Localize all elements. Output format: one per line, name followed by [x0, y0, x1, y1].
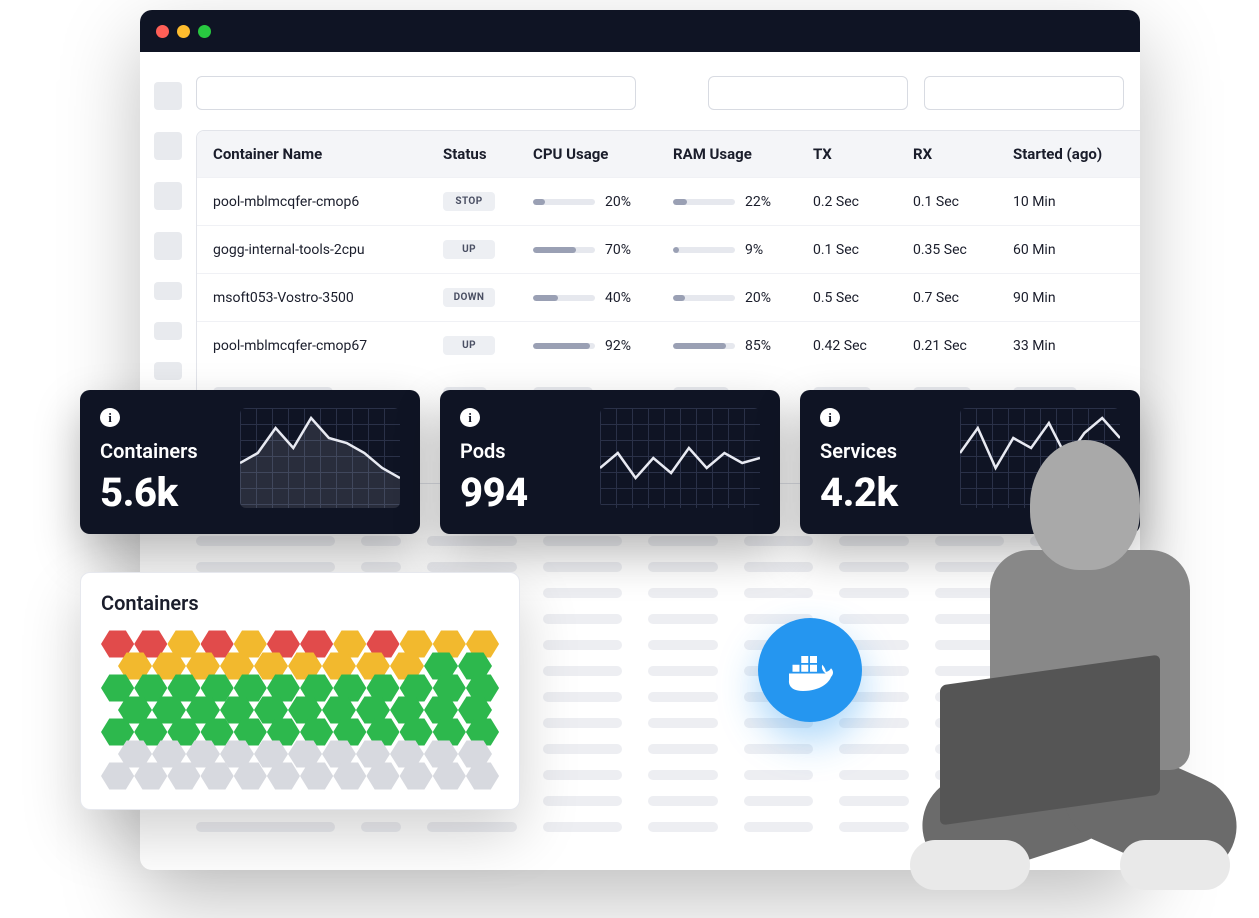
table-header: Container Name Status CPU Usage RAM Usag… [197, 131, 1140, 177]
filter-select[interactable] [924, 76, 1124, 110]
col-ram: RAM Usage [673, 145, 813, 163]
kpi-label: Containers [100, 439, 198, 463]
cell-ram: 85% [673, 338, 813, 354]
cell-started: 90 Min [1013, 290, 1133, 306]
cell-name: pool-mblmcqfer-cmop67 [213, 338, 443, 354]
cell-rx: 0.7 Sec [913, 290, 1013, 306]
status-badge: UP [443, 240, 495, 259]
search-input[interactable] [196, 76, 636, 110]
close-icon[interactable] [156, 25, 169, 38]
status-badge: STOP [443, 192, 495, 211]
cell-tx: 0.2 Sec [813, 194, 913, 210]
person-illustration [880, 420, 1240, 890]
cell-tx: 0.5 Sec [813, 290, 913, 306]
col-status: Status [443, 145, 533, 163]
cell-cpu: 40% [533, 290, 673, 306]
sidebar-item[interactable] [154, 82, 182, 110]
sidebar-item[interactable] [154, 322, 182, 340]
kpi-value: 5.6k [100, 469, 198, 516]
minimize-icon[interactable] [177, 25, 190, 38]
table-row[interactable]: msoft053-Vostro-3500DOWN 40%20%0.5 Sec0.7… [197, 273, 1140, 321]
cell-name: gogg-internal-tools-2cpu [213, 242, 443, 258]
col-name: Container Name [213, 145, 443, 163]
kpi-label: Pods [460, 439, 528, 463]
cell-rx: 0.21 Sec [913, 338, 1013, 354]
sparkline [600, 408, 760, 508]
kpi-value: 994 [460, 469, 528, 516]
cell-ram: 22% [673, 194, 813, 210]
sidebar-item[interactable] [154, 132, 182, 160]
col-started: Started (ago) [1013, 145, 1133, 163]
info-icon: i [820, 408, 840, 427]
table-row[interactable]: pool-mblmcqfer-cmop6STOP 20%22%0.2 Sec0.1… [197, 177, 1140, 225]
containers-hex-card: Containers [80, 572, 520, 810]
docker-icon [782, 642, 838, 698]
kpi-containers[interactable]: i Containers 5.6k [80, 390, 420, 534]
info-icon: i [100, 408, 120, 427]
sparkline [240, 408, 400, 508]
cell-cpu: 70% [533, 242, 673, 258]
status-badge: DOWN [443, 288, 495, 307]
window-titlebar [140, 10, 1140, 52]
cell-tx: 0.1 Sec [813, 242, 913, 258]
info-icon: i [460, 408, 480, 427]
sidebar-item[interactable] [154, 362, 182, 380]
status-badge: UP [443, 336, 495, 355]
filter-select[interactable] [708, 76, 908, 110]
cell-rx: 0.1 Sec [913, 194, 1013, 210]
col-rx: RX [913, 145, 1013, 163]
cell-ram: 20% [673, 290, 813, 306]
cell-tx: 0.42 Sec [813, 338, 913, 354]
cell-cpu: 20% [533, 194, 673, 210]
docker-bubble[interactable] [758, 618, 862, 722]
cell-rx: 0.35 Sec [913, 242, 1013, 258]
cell-name: pool-mblmcqfer-cmop6 [213, 194, 443, 210]
cell-cpu: 92% [533, 338, 673, 354]
filter-bar [196, 76, 1140, 110]
sidebar-item[interactable] [154, 182, 182, 210]
cell-started: 33 Min [1013, 338, 1133, 354]
sidebar-item[interactable] [154, 232, 182, 260]
card-title: Containers [101, 591, 499, 615]
col-cpu: CPU Usage [533, 145, 673, 163]
sidebar-item[interactable] [154, 282, 182, 300]
cell-started: 10 Min [1013, 194, 1133, 210]
table-row[interactable]: pool-mblmcqfer-cmop67UP 92%85%0.42 Sec0.2… [197, 321, 1140, 369]
kpi-pods[interactable]: i Pods 994 [440, 390, 780, 534]
cell-started: 60 Min [1013, 242, 1133, 258]
col-tx: TX [813, 145, 913, 163]
hex-grid [101, 629, 499, 791]
cell-ram: 9% [673, 242, 813, 258]
cell-name: msoft053-Vostro-3500 [213, 290, 443, 306]
maximize-icon[interactable] [198, 25, 211, 38]
table-row[interactable]: gogg-internal-tools-2cpuUP 70%9%0.1 Sec0.… [197, 225, 1140, 273]
